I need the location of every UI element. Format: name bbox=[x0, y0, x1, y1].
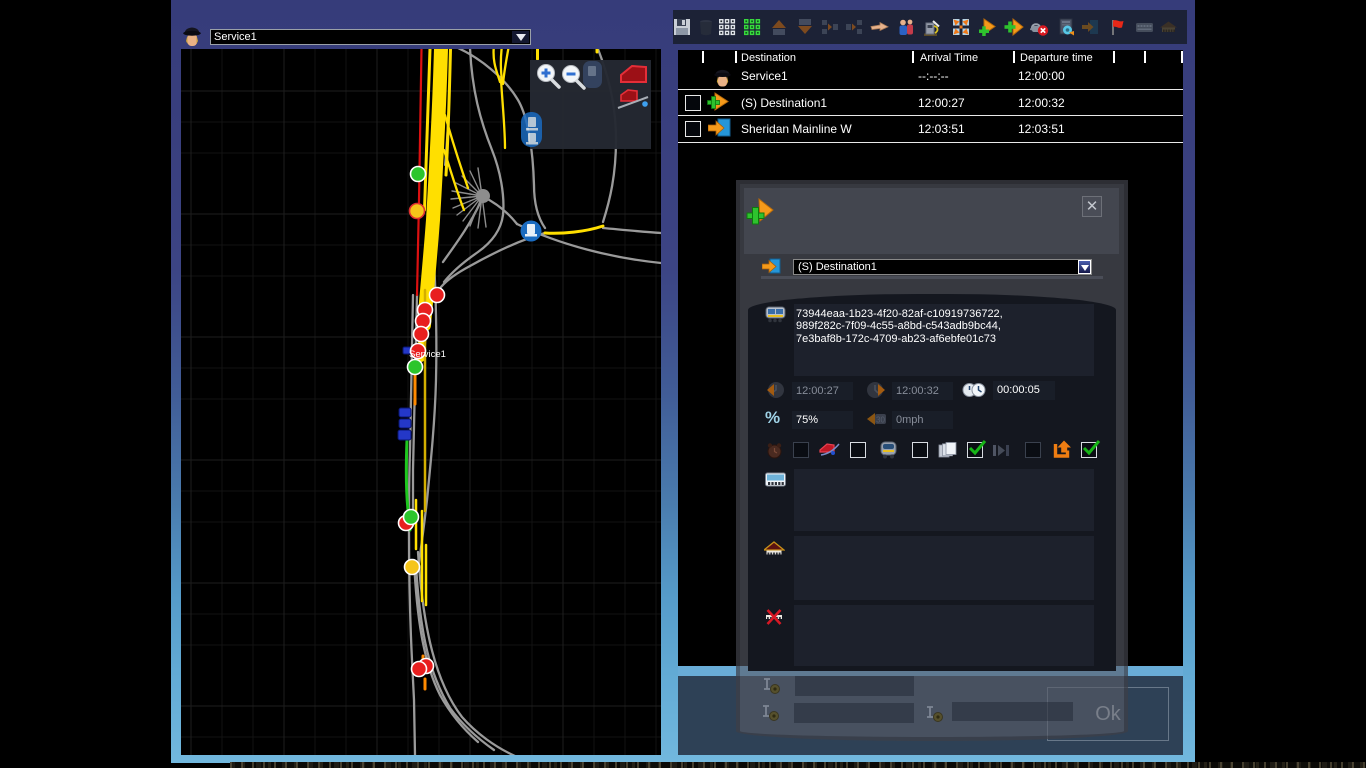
svg-text:30: 30 bbox=[876, 416, 885, 425]
